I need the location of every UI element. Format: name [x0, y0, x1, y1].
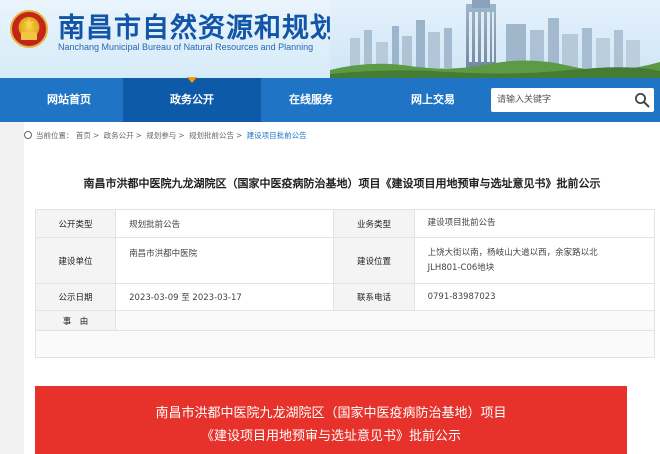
reason-value	[115, 310, 655, 331]
business-label: 业务类型	[333, 209, 415, 238]
search-box	[491, 88, 654, 112]
breadcrumb-item-planning-notice[interactable]: 规划批前公告	[189, 131, 234, 140]
date-label: 公示日期	[34, 283, 117, 311]
location-line-2: JLH801-C06地块	[427, 262, 495, 273]
type-label: 公开类型	[34, 209, 117, 238]
site-subtitle: Nanchang Municipal Bureau of Natural Res…	[58, 42, 314, 52]
table-row: 公开类型 规划批前公告 业务类型 建设项目批前公告	[34, 209, 656, 238]
breadcrumb-item-government-affairs[interactable]: 政务公开	[104, 131, 134, 140]
search-input[interactable]	[491, 88, 631, 112]
main-nav: 网站首页 政务公开 在线服务 网上交易	[0, 77, 660, 122]
table-row	[35, 330, 655, 358]
contact-value: 0791-83987023	[413, 283, 656, 311]
location-value: 上饶大街以南，杨岐山大道以西，余家路以北 JLH801-C06地块	[413, 237, 656, 284]
reason-label: 事 由	[34, 310, 117, 331]
breadcrumb-item-home[interactable]: 首页	[76, 131, 91, 140]
type-value: 规划批前公告	[115, 209, 335, 238]
national-emblem-icon: ★	[10, 10, 48, 48]
contact-label: 联系电话	[333, 283, 415, 311]
info-table: 公开类型 规划批前公告 业务类型 建设项目批前公告 建设单位 南昌市洪都中医院 …	[34, 209, 656, 358]
location-icon	[24, 131, 32, 139]
breadcrumb: 当前位置： 首页 > 政务公开 > 规划参与 > 规划批前公告 > 建设项目批前公告	[24, 126, 307, 146]
table-row: 公示日期 2023-03-09 至 2023-03-17 联系电话 0791-8…	[34, 283, 656, 311]
banner-line-2: 《建设项目用地预审与选址意见书》批前公示	[200, 429, 461, 444]
table-row: 事 由	[34, 310, 655, 331]
reason-content	[35, 330, 655, 358]
unit-label: 建设单位	[34, 237, 117, 284]
city-skyline-image	[330, 0, 660, 78]
active-caret-icon	[187, 77, 197, 83]
table-row: 建设单位 南昌市洪都中医院 建设位置 上饶大街以南，杨岐山大道以西，余家路以北 …	[34, 237, 656, 284]
date-value: 2023-03-09 至 2023-03-17	[115, 283, 335, 311]
site-header: ★ 南昌市自然资源和规划局 Nanchang Municipal Bureau …	[0, 0, 660, 78]
breadcrumb-prefix: 当前位置：	[36, 131, 74, 140]
breadcrumb-item-planning-participation[interactable]: 规划参与	[146, 131, 176, 140]
site-title[interactable]: 南昌市自然资源和规划局	[58, 6, 366, 45]
nav-item-label: 政务公开	[170, 93, 214, 106]
banner-line-1: 南昌市洪都中医院九龙湖院区（国家中医疫病防治基地）项目	[155, 406, 507, 421]
breadcrumb-item-current[interactable]: 建设项目批前公告	[247, 131, 307, 140]
search-icon[interactable]	[634, 92, 650, 108]
business-value: 建设项目批前公告	[413, 209, 656, 238]
location-label: 建设位置	[333, 237, 415, 284]
nav-item-online-service[interactable]: 在线服务	[242, 78, 380, 122]
nav-item-online-trading[interactable]: 网上交易	[364, 78, 502, 122]
location-line-1: 上饶大街以南，杨岐山大道以西，余家路以北	[427, 247, 598, 258]
unit-value: 南昌市洪都中医院	[115, 237, 335, 284]
announcement-banner: 南昌市洪都中医院九龙湖院区（国家中医疫病防治基地）项目 《建设项目用地预审与选址…	[35, 386, 627, 454]
nav-item-government-affairs[interactable]: 政务公开	[123, 77, 261, 122]
document-title: 南昌市洪都中医院九龙湖院区（国家中医疫病防治基地）项目《建设项目用地预审与选址意…	[83, 177, 601, 190]
nav-item-home[interactable]: 网站首页	[0, 78, 138, 122]
